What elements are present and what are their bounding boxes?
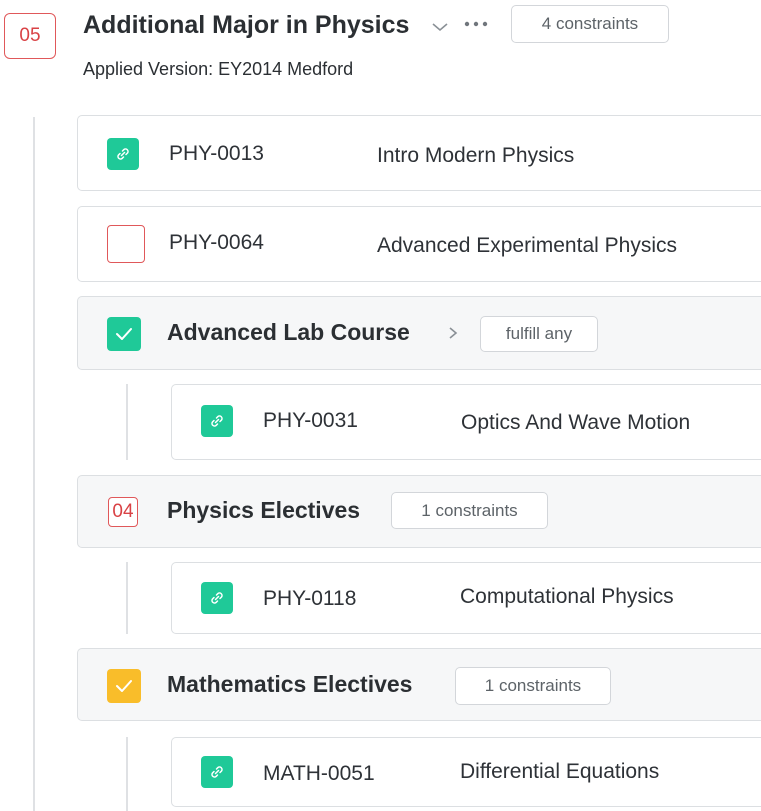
- course-code: PHY-0013: [169, 142, 264, 165]
- course-row[interactable]: MATH-0051 Differential Equations: [171, 737, 761, 807]
- chevron-down-icon[interactable]: [430, 20, 450, 34]
- chevron-right-icon[interactable]: [447, 325, 459, 341]
- group-row[interactable]: 04 Physics Electives 1 constraints: [77, 475, 761, 548]
- course-name: Advanced Experimental Physics: [377, 234, 677, 257]
- link-icon: [201, 405, 233, 437]
- page-title: Additional Major in Physics: [83, 11, 410, 39]
- group-tag[interactable]: 1 constraints: [391, 492, 548, 529]
- course-code: PHY-0031: [263, 409, 358, 432]
- group-title: Physics Electives: [167, 497, 361, 523]
- course-row[interactable]: PHY-0013 Intro Modern Physics: [77, 115, 761, 191]
- group-tag[interactable]: 1 constraints: [455, 667, 611, 705]
- tree-line: [126, 737, 128, 811]
- link-icon: [201, 582, 233, 614]
- tree-line: [33, 117, 35, 811]
- course-name: Intro Modern Physics: [377, 144, 575, 167]
- course-name: Differential Equations: [460, 760, 660, 783]
- link-icon: [107, 138, 139, 170]
- link-icon: [201, 756, 233, 788]
- group-title: Mathematics Electives: [167, 671, 413, 697]
- course-code: PHY-0064: [169, 231, 264, 254]
- constraints-badge[interactable]: 4 constraints: [511, 5, 669, 43]
- more-options-icon[interactable]: [460, 14, 494, 34]
- tree-line: [126, 384, 128, 460]
- group-row[interactable]: Advanced Lab Course fulfill any: [77, 296, 761, 370]
- course-row[interactable]: PHY-0031 Optics And Wave Motion: [171, 384, 761, 460]
- tree-line: [126, 562, 128, 634]
- group-row[interactable]: Mathematics Electives 1 constraints: [77, 648, 761, 721]
- empty-checkbox-icon[interactable]: [107, 225, 145, 263]
- course-row[interactable]: PHY-0064 Advanced Experimental Physics: [77, 206, 761, 282]
- course-name: Optics And Wave Motion: [461, 411, 691, 434]
- requirement-count-badge: 05: [4, 13, 56, 59]
- check-icon: [107, 317, 141, 351]
- course-row[interactable]: PHY-0118 Computational Physics: [171, 562, 761, 634]
- check-icon: [107, 669, 141, 703]
- group-title: Advanced Lab Course: [167, 319, 410, 345]
- course-code: MATH-0051: [263, 762, 375, 785]
- applied-version-label: Applied Version: EY2014 Medford: [83, 59, 354, 79]
- course-name: Computational Physics: [460, 585, 674, 608]
- group-tag[interactable]: fulfill any: [480, 316, 598, 352]
- remaining-count-badge: 04: [108, 497, 138, 527]
- course-code: PHY-0118: [263, 587, 357, 610]
